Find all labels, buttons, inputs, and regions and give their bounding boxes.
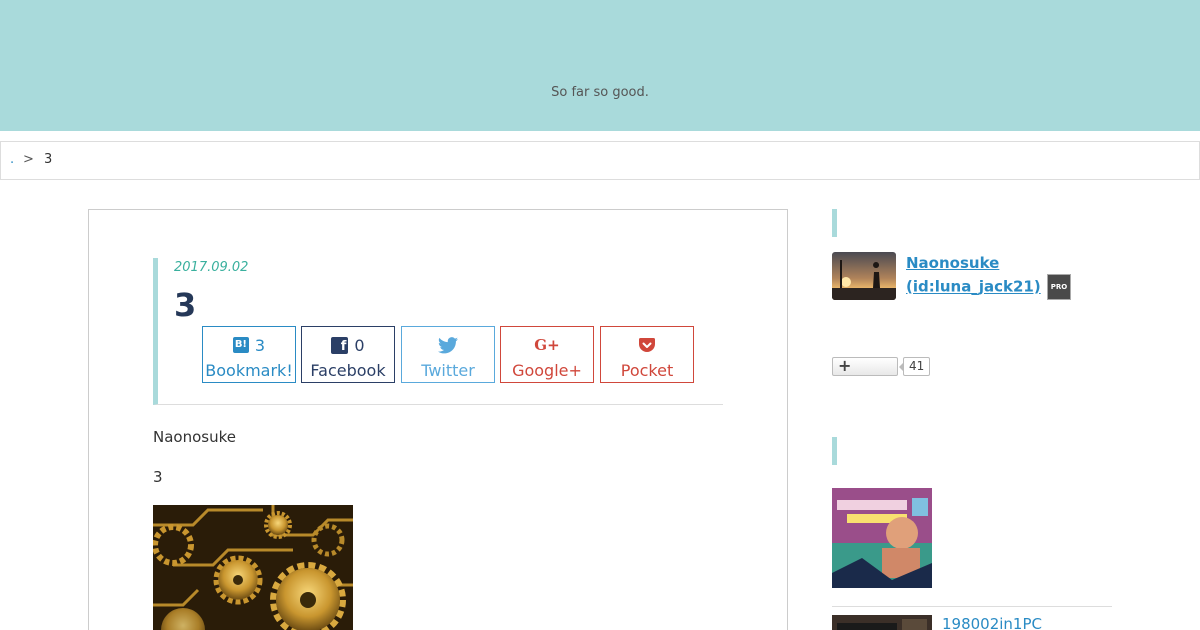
- google-plus-icon: G+: [534, 336, 560, 354]
- breadcrumb-home-link[interactable]: .: [10, 152, 14, 167]
- twitter-bird-icon: [438, 336, 458, 353]
- blog-header: So far so good.: [0, 0, 1200, 131]
- sidebar-divider: [832, 606, 1112, 607]
- facebook-share-label: Facebook: [310, 361, 386, 380]
- sidebar: Naonosuke (id:luna_jack21) PRO + 41 19800…: [832, 209, 1112, 630]
- google-plus-share-label: Google+: [512, 361, 582, 380]
- follower-count: 41: [898, 357, 931, 376]
- profile-id: (id:luna_jack21): [906, 277, 1041, 296]
- breadcrumb-separator: >: [23, 152, 34, 167]
- entry-date-link[interactable]: 2017.09.02: [174, 260, 248, 275]
- recent-section-heading-mark: [832, 437, 837, 465]
- hatena-bookmark-count: 3: [254, 335, 266, 355]
- recent-entry-thumbnail[interactable]: [832, 488, 932, 588]
- follow-button[interactable]: +: [832, 356, 898, 376]
- pocket-share-button[interactable]: Pocket: [600, 326, 694, 383]
- avatar[interactable]: [832, 252, 896, 300]
- hatena-bookmark-button[interactable]: B! 3 Bookmark!: [202, 326, 296, 383]
- twitter-share-button[interactable]: Twitter: [401, 326, 495, 383]
- recent-entry-title-link[interactable]: 198002in1PC: [942, 615, 1042, 630]
- facebook-icon: f: [331, 336, 349, 354]
- breadcrumb-current: 3: [44, 152, 53, 167]
- entry-author-text: Naonosuke: [153, 428, 236, 446]
- hatena-bookmark-icon: B!: [232, 337, 249, 353]
- article-container: 2017.09.02 3 B! 3 Bookmark! f 0 Facebook: [88, 209, 788, 630]
- facebook-share-button[interactable]: f 0 Facebook: [301, 326, 395, 383]
- plus-icon: +: [838, 356, 852, 375]
- entry-title[interactable]: 3: [174, 286, 196, 324]
- twitter-share-label: Twitter: [421, 361, 475, 380]
- profile-name-link[interactable]: Naonosuke (id:luna_jack21) PRO: [906, 252, 1072, 300]
- blog-tagline: So far so good.: [551, 85, 649, 100]
- breadcrumb: . > 3: [0, 141, 1200, 180]
- profile-name: Naonosuke: [906, 254, 1000, 272]
- google-plus-share-button[interactable]: G+ Google+: [500, 326, 594, 383]
- pocket-icon: [639, 337, 655, 352]
- profile-section-heading-mark: [832, 209, 837, 237]
- entry-body-text: 3: [153, 468, 163, 486]
- pro-badge: PRO: [1046, 274, 1072, 300]
- facebook-share-count: 0: [354, 335, 365, 355]
- pocket-share-label: Pocket: [620, 361, 674, 380]
- recent-entry-thumbnail-2[interactable]: [832, 615, 932, 630]
- hatena-bookmark-label: Bookmark!: [205, 361, 293, 380]
- gears-image: [153, 505, 353, 630]
